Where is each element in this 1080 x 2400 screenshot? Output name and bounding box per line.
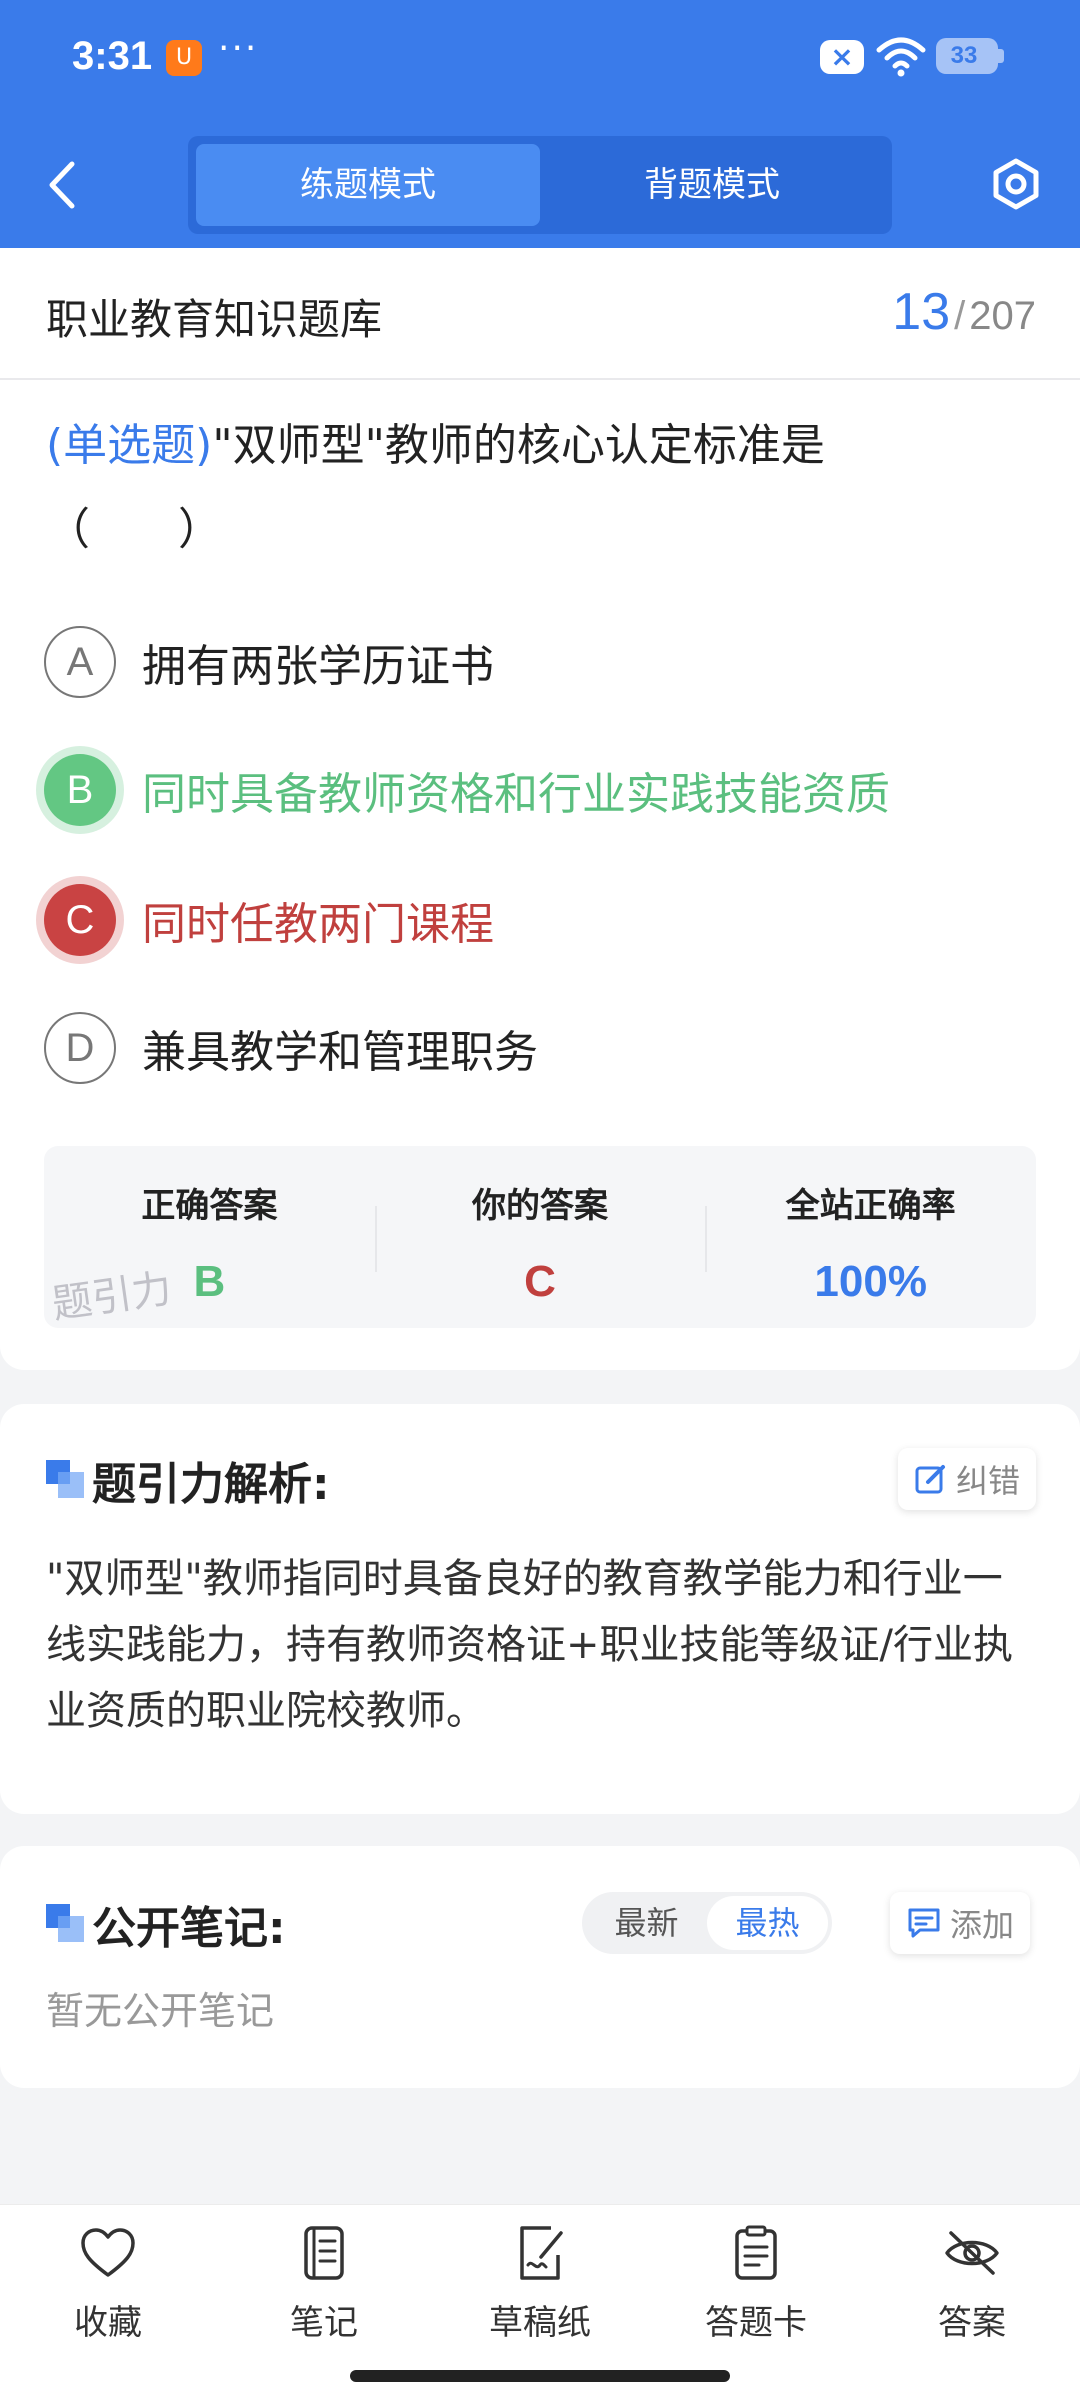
stat-label: 你的答案 — [472, 1186, 608, 1226]
tab-recite-mode[interactable]: 背题模式 — [540, 144, 884, 226]
option-b-letter: B — [44, 754, 116, 826]
stat-value: C — [524, 1257, 556, 1306]
settings-hexagon-icon[interactable] — [988, 156, 1044, 212]
analysis-title: 题引力解析: — [92, 1459, 330, 1510]
tab-practice-mode[interactable]: 练题模式 — [196, 144, 540, 226]
back-button[interactable] — [38, 150, 88, 220]
status-time: 3:31 — [72, 34, 153, 78]
divider — [0, 378, 1080, 380]
nav-label: 收藏 — [74, 2303, 142, 2343]
empty-notes-text: 暂无公开笔记 — [46, 1989, 275, 2033]
no-sim-icon: × — [820, 40, 864, 74]
question-progress[interactable]: 13/207 — [892, 282, 1036, 342]
option-d-text: 兼具教学和管理职务 — [142, 1027, 538, 1078]
notebook-icon — [304, 2226, 344, 2280]
home-indicator[interactable] — [350, 2370, 730, 2382]
option-d[interactable]: D 兼具教学和管理职务 — [44, 1010, 538, 1086]
wifi-icon — [876, 37, 926, 77]
stat-your-answer: 你的答案 C — [374, 1146, 706, 1328]
public-notes-card — [0, 1846, 1080, 2088]
nav-answer-sheet[interactable]: 答题卡 — [676, 2225, 836, 2344]
edit-icon — [915, 1465, 945, 1494]
nav-label: 笔记 — [290, 2303, 358, 2343]
more-notifications-icon: ··· — [218, 28, 259, 69]
draft-paper-icon — [520, 2226, 563, 2280]
progress-current: 13 — [892, 283, 951, 341]
nav-favorite[interactable]: 收藏 — [28, 2225, 188, 2344]
question-type: (单选题) — [46, 420, 213, 471]
stat-label: 正确答案 — [141, 1186, 278, 1226]
section-icon — [46, 1904, 84, 1942]
option-a[interactable]: A 拥有两张学历证书 — [44, 624, 494, 700]
nav-notes[interactable]: 笔记 — [244, 2225, 404, 2344]
question-blank: （ ） — [46, 504, 222, 555]
notes-sort-toggle: 最新 最热 — [582, 1892, 832, 1954]
stat-value: 100% — [814, 1257, 927, 1306]
sort-hot-option[interactable]: 最热 — [707, 1896, 828, 1950]
report-error-button[interactable]: 纠错 — [898, 1448, 1037, 1510]
eye-off-icon — [945, 2231, 999, 2275]
sort-latest-option[interactable]: 最新 — [586, 1896, 707, 1950]
option-c-text: 同时任教两门课程 — [142, 899, 494, 950]
battery-icon: 33 — [936, 38, 1004, 74]
nav-label: 草稿纸 — [489, 2303, 591, 2343]
option-b-text: 同时具备教师资格和行业实践技能资质 — [142, 769, 890, 820]
app-notification-icon: U — [166, 40, 202, 76]
progress-total: 207 — [969, 294, 1036, 338]
add-note-button[interactable]: 添加 — [890, 1892, 1031, 1954]
battery-level: 33 — [950, 42, 978, 69]
question-bank-title: 职业教育知识题库 — [46, 295, 383, 344]
analysis-text: "双师型"教师指同时具备良好的教育教学能力和行业一线实践能力，持有教师资格证+职… — [46, 1556, 1013, 1734]
question-stem: (单选题)"双师型"教师的核心认定标准是 （ ） — [46, 404, 1036, 572]
top-header: 3:31 U ··· × 33 练题模式 背题模式 — [0, 0, 1080, 248]
nav-label: 答题卡 — [705, 2303, 807, 2343]
nav-answer[interactable]: 答案 — [892, 2225, 1052, 2344]
mode-switch: 练题模式 背题模式 — [188, 136, 892, 234]
question-text: "双师型"教师的核心认定标准是 — [212, 420, 825, 471]
stat-accuracy-rate: 全站正确率 100% — [705, 1146, 1036, 1328]
heart-icon — [81, 2228, 135, 2277]
stat-label: 全站正确率 — [785, 1186, 956, 1226]
notes-title: 公开笔记: — [92, 1903, 286, 1954]
progress-separator: / — [954, 294, 966, 338]
comment-icon — [908, 1908, 940, 1938]
option-a-text: 拥有两张学历证书 — [142, 641, 494, 692]
option-b[interactable]: B 同时具备教师资格和行业实践技能资质 — [44, 752, 890, 828]
battery-nub — [998, 49, 1004, 63]
option-a-letter: A — [44, 626, 116, 698]
report-error-label: 纠错 — [956, 1462, 1021, 1500]
option-c[interactable]: C 同时任教两门课程 — [44, 882, 494, 958]
option-c-letter: C — [44, 884, 116, 956]
nav-label: 答案 — [938, 2303, 1006, 2343]
answer-stats-panel: 正确答案 B 你的答案 C 全站正确率 100% — [44, 1146, 1036, 1328]
nav-draft-paper[interactable]: 草稿纸 — [460, 2225, 620, 2344]
section-icon — [46, 1460, 84, 1498]
add-note-label: 添加 — [950, 1906, 1015, 1944]
answer-sheet-icon — [735, 2225, 777, 2280]
option-d-letter: D — [44, 1012, 116, 1084]
